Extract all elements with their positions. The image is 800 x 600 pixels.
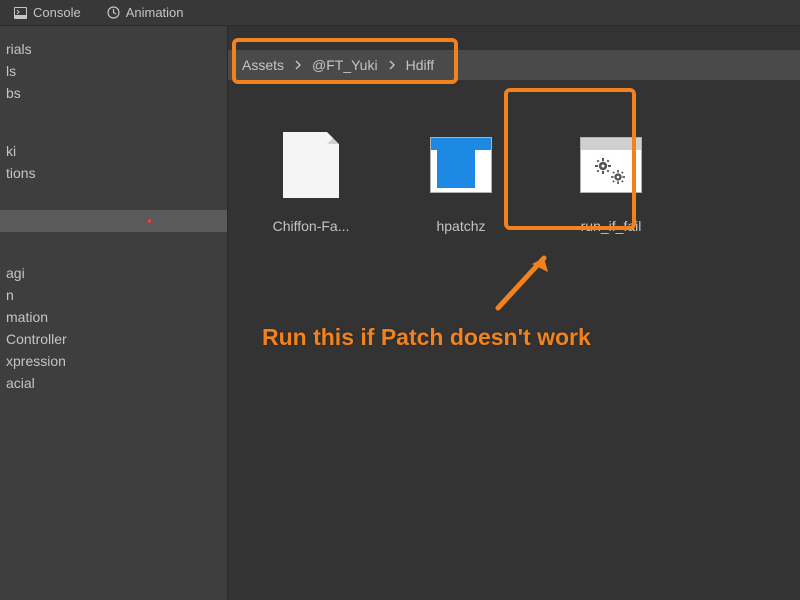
sidebar-item[interactable]: mation xyxy=(0,306,227,328)
sidebar-item[interactable]: agi xyxy=(0,262,227,284)
sidebar-item[interactable]: ls xyxy=(0,60,227,82)
annotation-text: Run this if Patch doesn't work xyxy=(262,324,591,351)
breadcrumb[interactable]: Assets @FT_Yuki Hdiff xyxy=(228,50,800,80)
sidebar-item[interactable]: tions xyxy=(0,162,227,184)
asset-label: run_if_fail xyxy=(581,218,642,234)
sidebar: rials ls bs ki tions agi n mation Contro… xyxy=(0,26,228,600)
console-icon xyxy=(14,7,27,19)
asset-bat[interactable]: run_if_fail xyxy=(556,130,666,234)
breadcrumb-mid[interactable]: @FT_Yuki xyxy=(312,57,378,73)
tab-bar: Console Animation xyxy=(0,0,800,26)
asset-label: Chiffon-Fa... xyxy=(273,218,350,234)
sidebar-item[interactable]: n xyxy=(0,284,227,306)
tab-animation[interactable]: Animation xyxy=(103,3,188,22)
breadcrumb-root[interactable]: Assets xyxy=(242,57,284,73)
warning-dot-icon xyxy=(148,220,151,223)
tab-animation-label: Animation xyxy=(126,5,184,20)
sidebar-item[interactable]: Controller xyxy=(0,328,227,350)
chevron-right-icon xyxy=(388,57,396,73)
exe-icon xyxy=(430,130,492,200)
tab-console[interactable]: Console xyxy=(10,3,85,22)
asset-grid: Chiffon-Fa... hpatchz xyxy=(228,80,800,284)
sidebar-item-selected[interactable] xyxy=(0,210,227,232)
asset-exe[interactable]: hpatchz xyxy=(406,130,516,234)
asset-pane: Assets @FT_Yuki Hdiff Chiffon-Fa... xyxy=(228,26,800,600)
file-icon xyxy=(280,130,342,200)
sidebar-item[interactable]: bs xyxy=(0,82,227,104)
clock-icon xyxy=(107,6,120,19)
sidebar-item[interactable]: xpression xyxy=(0,350,227,372)
sidebar-item[interactable]: ki xyxy=(0,140,227,162)
batch-icon xyxy=(580,130,642,200)
chevron-right-icon xyxy=(294,57,302,73)
tab-console-label: Console xyxy=(33,5,81,20)
sidebar-item[interactable]: acial xyxy=(0,372,227,394)
breadcrumb-leaf[interactable]: Hdiff xyxy=(406,57,435,73)
asset-label: hpatchz xyxy=(436,218,485,234)
sidebar-item[interactable]: rials xyxy=(0,38,227,60)
asset-file[interactable]: Chiffon-Fa... xyxy=(256,130,366,234)
